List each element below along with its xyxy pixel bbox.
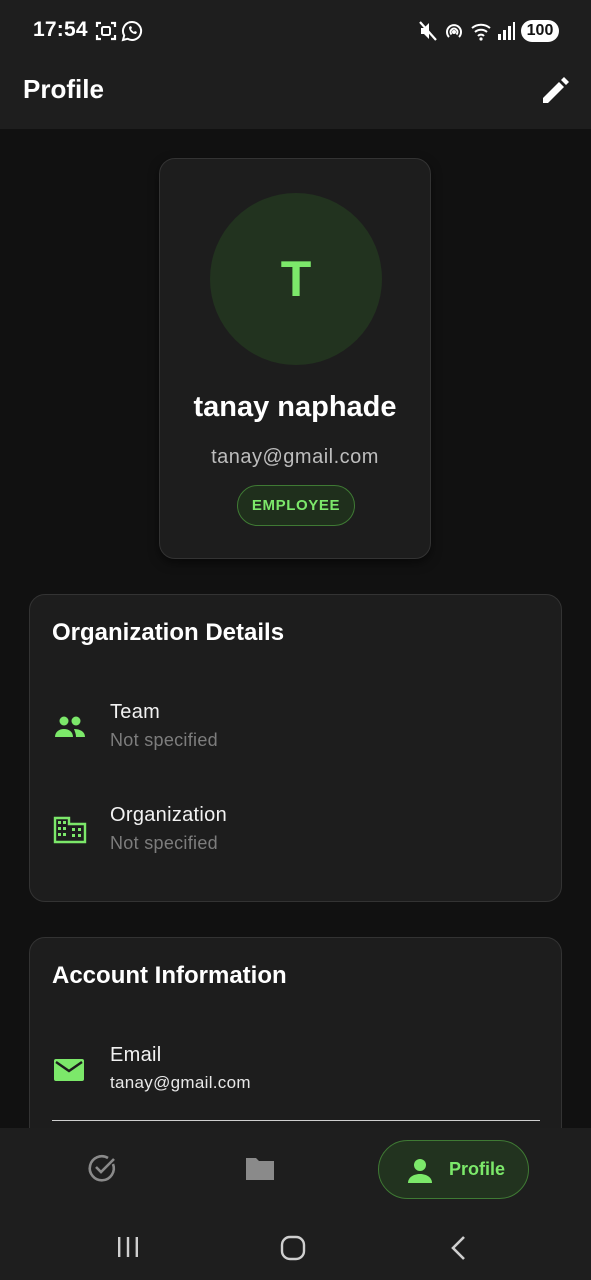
organization-value: Not specified bbox=[110, 833, 218, 853]
wifi-icon bbox=[471, 23, 491, 41]
group-icon bbox=[55, 716, 85, 737]
folder-icon[interactable] bbox=[244, 1154, 276, 1184]
hotspot-icon bbox=[446, 24, 462, 38]
status-time: 17:54 bbox=[33, 18, 88, 41]
mute-icon bbox=[419, 21, 437, 41]
status-bar: 17:54 100 bbox=[0, 0, 591, 62]
person-icon bbox=[408, 1159, 432, 1183]
edit-icon[interactable] bbox=[538, 72, 574, 108]
user-name: tanay naphade bbox=[193, 391, 397, 423]
team-value: Not specified bbox=[110, 730, 218, 750]
organization-label: Organization bbox=[110, 804, 227, 826]
team-label: Team bbox=[110, 701, 161, 723]
system-navigation-bar bbox=[0, 1208, 591, 1280]
profile-card: T tanay naphade tanay@gmail.com EMPLOYEE bbox=[159, 158, 431, 559]
team-row: Team Not specified bbox=[52, 701, 542, 761]
organization-row: Organization Not specified bbox=[52, 804, 542, 864]
email-value: tanay@gmail.com bbox=[110, 1073, 251, 1092]
avatar: T bbox=[210, 193, 382, 365]
email-row: Email tanay@gmail.com bbox=[52, 1044, 542, 1104]
nav-profile-label: Profile bbox=[449, 1159, 506, 1179]
mail-icon bbox=[54, 1059, 84, 1081]
check-circle-icon[interactable] bbox=[86, 1152, 118, 1184]
screenshot-icon bbox=[95, 21, 117, 41]
home-icon[interactable] bbox=[280, 1235, 306, 1261]
divider bbox=[52, 1120, 540, 1121]
back-icon[interactable] bbox=[448, 1234, 470, 1262]
user-email: tanay@gmail.com bbox=[211, 446, 379, 468]
role-badge: EMPLOYEE bbox=[237, 485, 355, 526]
recents-icon[interactable] bbox=[115, 1236, 141, 1258]
page-title: Profile bbox=[23, 74, 104, 104]
organization-details-title: Organization Details bbox=[52, 619, 285, 646]
bottom-navigation: Profile bbox=[0, 1128, 591, 1208]
battery-indicator: 100 bbox=[521, 20, 559, 42]
email-label: Email bbox=[110, 1044, 162, 1066]
account-information-title: Account Information bbox=[52, 962, 287, 989]
organization-details-card: Organization Details Team Not specified … bbox=[29, 594, 562, 902]
whatsapp-icon bbox=[121, 20, 143, 42]
building-icon bbox=[53, 816, 87, 844]
signal-icon bbox=[498, 22, 515, 40]
nav-profile-button[interactable]: Profile bbox=[378, 1140, 529, 1199]
top-bar: 17:54 100 Profile bbox=[0, 0, 591, 129]
